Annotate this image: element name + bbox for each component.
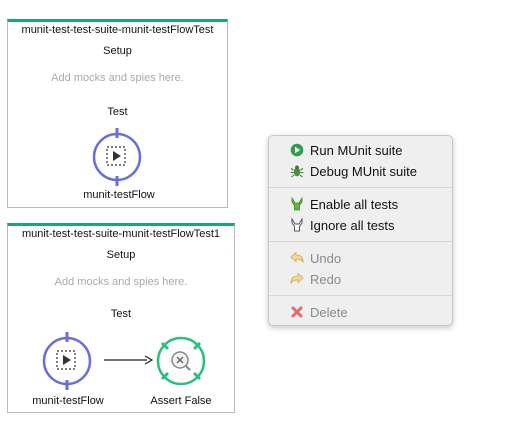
menu-item-delete[interactable]: Delete: [269, 302, 452, 322]
test-label: Test: [107, 106, 128, 118]
test-title: munit-test-test-suite-munit-testFlowTest: [21, 24, 214, 36]
redo-icon: [290, 272, 304, 286]
menu-item-enable-all-tests[interactable]: Enable all tests: [269, 194, 452, 214]
menu-item-label: Undo: [310, 250, 342, 266]
run-icon: [290, 143, 304, 157]
test-card-2[interactable]: munit-test-test-suite-munit-testFlowTest…: [7, 223, 235, 413]
context-menu: Run MUnit suite Debug MUnit suite Enable…: [268, 135, 453, 326]
menu-item-label: Debug MUnit suite: [310, 163, 417, 179]
menu-item-label: Redo: [310, 271, 342, 287]
menu-item-ignore-all-tests[interactable]: Ignore all tests: [269, 215, 452, 235]
setup-label: Setup: [106, 249, 136, 261]
assert-false-label: Assert False: [150, 395, 212, 407]
menu-separator: [269, 241, 452, 242]
menu-item-label: Run MUnit suite: [310, 142, 403, 158]
bug-icon: [290, 164, 304, 178]
menu-item-debug-munit-suite[interactable]: Debug MUnit suite: [269, 161, 452, 181]
mocks-hint: Add mocks and spies here.: [51, 72, 184, 84]
menu-separator: [269, 187, 452, 188]
setup-label: Setup: [103, 45, 132, 57]
menu-item-run-munit-suite[interactable]: Run MUnit suite: [269, 140, 452, 160]
menu-item-label: Delete: [310, 304, 348, 320]
undo-icon: [290, 251, 304, 265]
flow-reference-icon: [92, 128, 142, 186]
delete-icon: [290, 305, 304, 319]
assert-false-node[interactable]: [153, 330, 209, 392]
menu-item-undo[interactable]: Undo: [269, 248, 452, 268]
menu-separator: [269, 295, 452, 296]
flow-reference-label: munit-testFlow: [83, 189, 155, 201]
mocks-hint: Add mocks and spies here.: [54, 276, 188, 288]
menu-item-label: Enable all tests: [310, 196, 399, 212]
menu-item-label: Ignore all tests: [310, 217, 395, 233]
flow-reference-node[interactable]: [41, 331, 93, 391]
menu-item-redo[interactable]: Redo: [269, 269, 452, 289]
test-title: munit-test-test-suite-munit-testFlowTest…: [21, 228, 221, 240]
test-card-1[interactable]: munit-test-test-suite-munit-testFlowTest…: [7, 19, 228, 208]
ignore-tests-icon: [290, 217, 304, 232]
enable-tests-icon: [290, 196, 304, 211]
flow-reference-label: munit-testFlow: [32, 395, 104, 407]
flow-arrow: [104, 355, 153, 365]
flow-reference-node[interactable]: [91, 127, 143, 187]
assert-false-icon: [156, 336, 206, 386]
test-label: Test: [110, 308, 132, 320]
flow-reference-icon: [42, 332, 92, 390]
